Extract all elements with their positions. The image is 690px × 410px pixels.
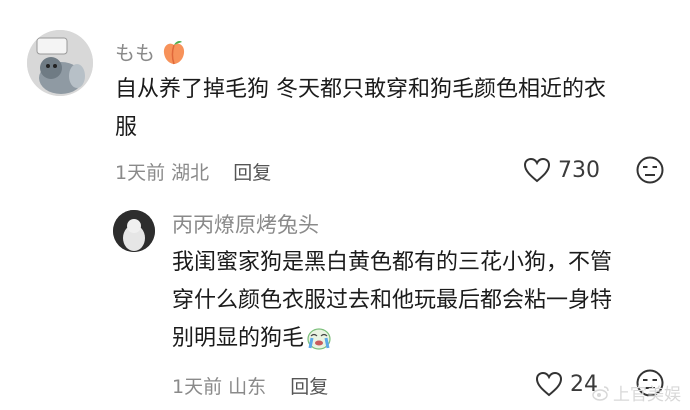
unamused-face-icon [636,156,664,184]
heart-outline-icon [523,157,551,183]
replier-avatar[interactable] [113,210,155,252]
weibo-logo-icon [592,385,609,401]
commenter-username[interactable]: もも [115,37,187,71]
crying-face-emoji-icon [306,325,332,363]
comment-time: 1天前 [115,162,166,184]
watermark-text: 上官美娱 [613,385,681,405]
comment-location: 湖北 [171,162,210,184]
replier-username[interactable]: 丙丙燎原烤兔头 [172,209,319,239]
reply-button[interactable]: 回复 [233,162,271,184]
comment-line: 自从养了掉毛狗 冬天都只敢穿和狗毛颜色相近的衣 [115,77,606,102]
reply-body: 我闺蜜家狗是黑白黄色都有的三花小狗，不管 穿什么颜色衣服过去和他玩最后都会粘一身… [172,244,662,363]
comment-meta: 1天前 湖北 回复 [115,158,271,185]
like-button[interactable]: 24 [534,370,598,398]
watermark: 上官美娱 [592,380,681,405]
reply-time: 1天前 [172,376,223,398]
peach-emoji-icon [161,40,187,71]
comment-body: 自从养了掉毛狗 冬天都只敢穿和狗毛颜色相近的衣 服 [115,71,675,147]
reply-location: 山东 [228,376,267,398]
like-count: 730 [558,157,600,183]
username-text: もも [115,41,155,65]
like-button[interactable]: 730 [522,156,600,184]
dislike-button[interactable] [635,155,665,189]
reply-button[interactable]: 回复 [290,376,328,398]
heart-outline-icon [535,371,563,397]
commenter-avatar[interactable] [27,30,93,96]
reply-line: 我闺蜜家狗是黑白黄色都有的三花小狗，不管 [172,250,613,275]
comment-line: 服 [115,115,138,140]
reply-meta: 1天前 山东 回复 [172,372,328,399]
reply-line: 穿什么颜色衣服过去和他玩最后都会粘一身特 [172,288,613,313]
reply-line: 别明显的狗毛 [172,326,305,351]
